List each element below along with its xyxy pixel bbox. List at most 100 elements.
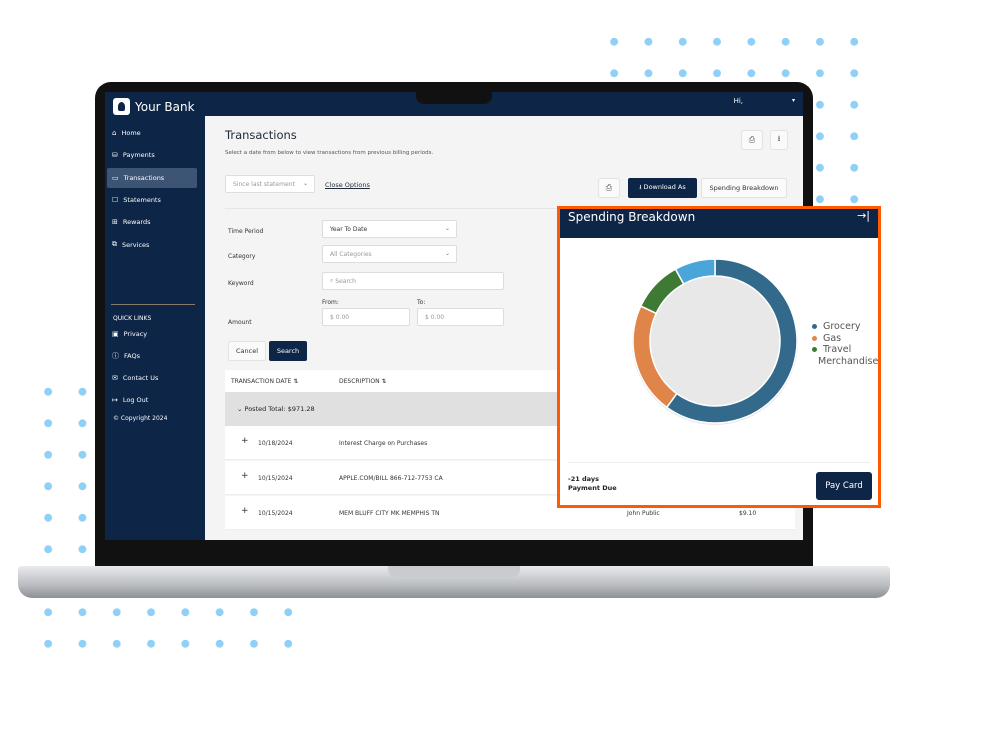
legend-item-travel[interactable]: Travel [812, 344, 878, 356]
panel-header: Spending Breakdown →| [560, 209, 878, 238]
quick-link-privacy[interactable]: ▣ Privacy [107, 324, 197, 344]
legend-label: Merchandise [818, 355, 878, 367]
chevron-down-icon: ⌄ [444, 250, 450, 257]
printer-icon: ⎙ [605, 183, 613, 192]
keyword-input[interactable]: ⌕ Search [322, 272, 504, 290]
rewards-icon: ⊞ [112, 218, 118, 227]
column-description[interactable]: DESCRIPTION ⇅ [339, 378, 387, 385]
download-as-button[interactable]: ⭳ Download As [628, 178, 697, 198]
category-select[interactable]: All Categories ⌄ [322, 245, 457, 263]
statement-period-select[interactable]: Since last statement ⌄ [225, 175, 315, 193]
expand-icon[interactable]: + [241, 471, 249, 481]
quick-link-faqs[interactable]: ⓘ FAQs [107, 346, 197, 366]
panel-title: Spending Breakdown [568, 210, 696, 224]
time-period-label: Time Period [228, 228, 264, 235]
copyright: © Copyright 2024 [113, 415, 168, 422]
chevron-down-icon: ⌄ [444, 225, 450, 232]
sidebar-item-home[interactable]: ⌂ Home [107, 123, 197, 143]
row-description: MEM BLUFF CITY MK MEMPHIS TN [339, 510, 440, 517]
quick-link-contact-us[interactable]: ✉ Contact Us [107, 368, 197, 388]
row-description: Interest Charge on Purchases [339, 440, 428, 447]
row-date: 10/15/2024 [258, 510, 293, 517]
printer-icon: ⎙ [748, 135, 756, 144]
select-value: Year To Date [330, 225, 368, 233]
caret-down-icon[interactable]: ▾ [792, 97, 795, 104]
legend-item-merchandise[interactable]: Merchandise [812, 356, 878, 368]
quick-link-label: Contact Us [122, 374, 159, 382]
sidebar-item-statements[interactable]: ☐ Statements [107, 190, 197, 210]
legend-item-gas[interactable]: Gas [812, 333, 878, 345]
quick-link-log-out[interactable]: ↦ Log Out [107, 390, 197, 410]
print-button-secondary[interactable]: ⎙ [598, 178, 620, 198]
legend-label: Grocery [823, 321, 861, 332]
sidebar-item-label: Home [121, 129, 141, 137]
chart-legend: Grocery Gas Travel Merchandise [812, 321, 878, 367]
logo[interactable]: Your Bank [113, 98, 195, 115]
select-value: All Categories [330, 250, 372, 258]
page-title: Transactions [225, 128, 297, 142]
sidebar-item-label: Transactions [123, 173, 165, 182]
sidebar-item-rewards[interactable]: ⊞ Rewards [107, 212, 197, 232]
row-date: 10/18/2024 [258, 440, 293, 447]
divider [111, 304, 195, 305]
sidebar-item-transactions[interactable]: ▭ Transactions [107, 167, 197, 188]
pay-card-button[interactable]: Pay Card [816, 472, 872, 500]
laptop-opening-notch [388, 566, 520, 577]
spending-breakdown-button[interactable]: Spending Breakdown [701, 178, 787, 198]
sidebar-item-label: Payments [122, 151, 155, 160]
spending-breakdown-panel: Spending Breakdown →| Grocery Gas Travel Me… [557, 206, 881, 508]
brand-name: Your Bank [135, 99, 195, 114]
sidebar: Your Bank ⌂ Home ⛁ Payments ▭ Transactions ☐ St… [105, 92, 205, 540]
quick-link-label: Log Out [122, 396, 149, 404]
log-out-icon: ↦ [112, 396, 118, 404]
due-label: Payment Due [568, 484, 617, 492]
sidebar-item-label: Services [122, 240, 150, 249]
quick-links-title: QUICK LINKS [113, 315, 152, 322]
quick-link-label: FAQs [124, 352, 140, 360]
to-label: To: [417, 299, 426, 306]
amount-from-input[interactable]: $ 0.00 [322, 308, 410, 326]
expand-icon[interactable]: + [241, 506, 249, 516]
cancel-button[interactable]: Cancel [228, 341, 266, 361]
contact-us-icon: ✉ [112, 374, 118, 382]
privacy-icon: ▣ [112, 330, 119, 338]
due-days: -21 days [568, 475, 599, 483]
search-button[interactable]: Search [269, 341, 307, 361]
row-date: 10/15/2024 [258, 475, 293, 482]
legend-label: Travel [823, 344, 852, 355]
column-transaction-date[interactable]: TRANSACTION DATE ⇅ [231, 378, 298, 385]
chevron-down-icon: ⌄ [302, 180, 308, 187]
select-value: Since last statement [233, 180, 295, 188]
divider [568, 462, 870, 463]
services-icon: ⧉ [112, 240, 117, 248]
home-icon: ⌂ [112, 129, 117, 137]
row-cardholder: John Public [627, 510, 660, 517]
amount-to-input[interactable]: $ 0.00 [417, 308, 504, 326]
amount-label: Amount [228, 319, 252, 326]
payments-icon: ⛁ [112, 151, 118, 160]
sidebar-item-services[interactable]: ⧉ Services [107, 235, 197, 255]
legend-swatch [812, 335, 817, 341]
collapse-panel-icon[interactable]: →| [857, 209, 870, 222]
quick-link-label: Privacy [123, 330, 148, 338]
legend-swatch [812, 324, 817, 330]
greeting: Hi, [733, 97, 743, 105]
expand-icon[interactable]: + [241, 436, 249, 446]
keyword-label: Keyword [228, 280, 254, 287]
placeholder: Search [335, 277, 356, 285]
sidebar-item-payments[interactable]: ⛁ Payments [107, 145, 197, 165]
camera-notch [416, 82, 492, 104]
legend-item-grocery[interactable]: Grocery [812, 321, 878, 333]
download-button[interactable]: ⭳ [770, 130, 788, 150]
category-label: Category [228, 253, 256, 260]
posted-total-label: ⌄ Posted Total: $971.28 [237, 405, 315, 413]
sidebar-item-label: Statements [123, 195, 161, 204]
print-button[interactable]: ⎙ [741, 130, 763, 150]
close-options-link[interactable]: Close Options [325, 181, 370, 189]
transactions-icon: ▭ [112, 173, 119, 182]
row-description: APPLE.COM/BILL 866-712-7753 CA [339, 475, 443, 482]
legend-swatch [812, 347, 817, 353]
faqs-icon: ⓘ [112, 352, 119, 360]
payment-due: -21 days Payment Due [568, 475, 617, 493]
time-period-select[interactable]: Year To Date ⌄ [322, 220, 457, 238]
